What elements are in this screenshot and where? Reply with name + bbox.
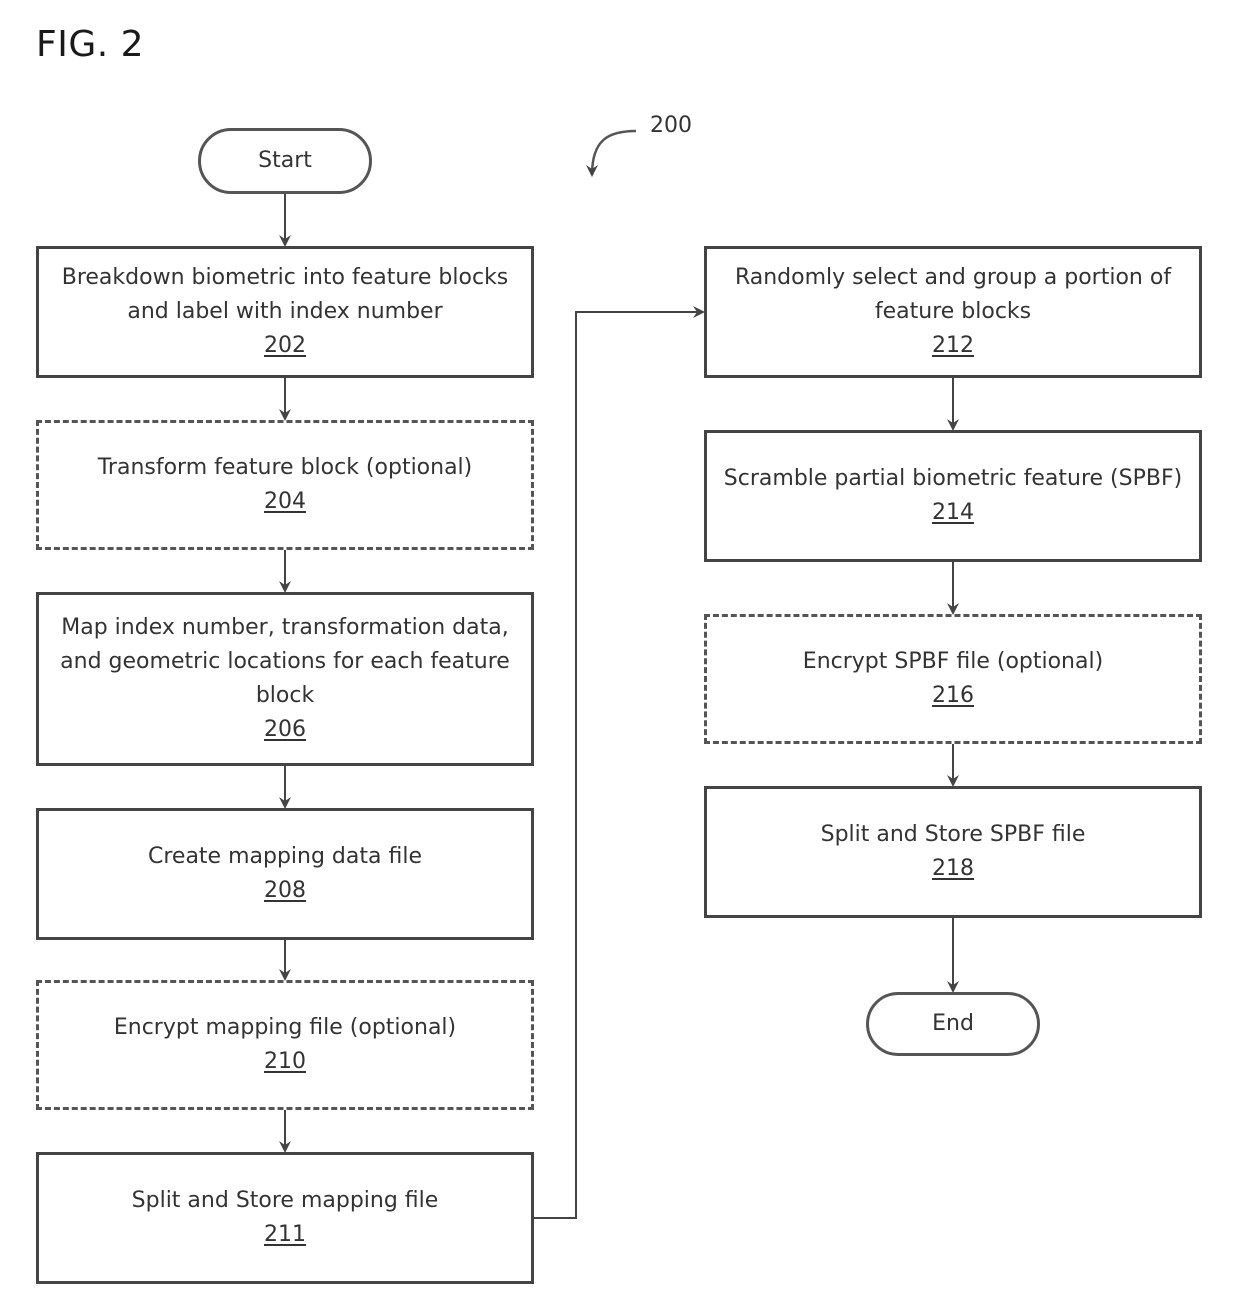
step-reference: 208: [264, 878, 306, 903]
step-reference: 211: [264, 1222, 306, 1247]
step-label: Split and Store mapping file: [131, 1188, 439, 1213]
start-terminal: Start: [198, 128, 372, 194]
step-206-map-index-number: Map index number, transformation data, a…: [36, 592, 534, 766]
step-reference: 202: [264, 333, 306, 358]
step-label: Map index number, transformation data, a…: [60, 615, 510, 708]
step-reference: 218: [932, 856, 974, 881]
start-label: Start: [258, 148, 312, 173]
step-216-encrypt-spbf-file: Encrypt SPBF file (optional) 216: [704, 614, 1202, 744]
step-label: Transform feature block (optional): [97, 455, 473, 480]
step-reference: 214: [932, 500, 974, 525]
step-202-breakdown-biometric: Breakdown biometric into feature blocks …: [36, 246, 534, 378]
step-210-encrypt-mapping-file: Encrypt mapping file (optional) 210: [36, 980, 534, 1110]
end-terminal: End: [866, 992, 1040, 1056]
end-label: End: [932, 1011, 974, 1036]
step-204-transform-feature-block: Transform feature block (optional) 204: [36, 420, 534, 550]
connector-n211-to-n212: [534, 306, 705, 1219]
step-212-randomly-select-group: Randomly select and group a portion of f…: [704, 246, 1202, 378]
step-reference: 204: [264, 489, 306, 514]
step-reference: 212: [932, 333, 974, 358]
step-reference: 206: [264, 717, 306, 742]
step-218-split-store-spbf-file: Split and Store SPBF file 218: [704, 786, 1202, 918]
step-label: Encrypt SPBF file (optional): [802, 649, 1104, 674]
step-label: Create mapping data file: [147, 844, 422, 869]
reference-arrow: [586, 129, 637, 177]
step-214-scramble-spbf: Scramble partial biometric feature (SPBF…: [704, 430, 1202, 562]
step-211-split-store-mapping-file: Split and Store mapping file 211: [36, 1152, 534, 1284]
step-label: Randomly select and group a portion of f…: [734, 265, 1172, 324]
step-label: Split and Store SPBF file: [820, 822, 1086, 847]
step-label: Encrypt mapping file (optional): [113, 1015, 457, 1040]
step-reference: 216: [932, 683, 974, 708]
step-208-create-mapping-file: Create mapping data file 208: [36, 808, 534, 940]
step-reference: 210: [264, 1049, 306, 1074]
step-label: Scramble partial biometric feature (SPBF…: [723, 466, 1183, 491]
step-label: Breakdown biometric into feature blocks …: [61, 265, 509, 324]
